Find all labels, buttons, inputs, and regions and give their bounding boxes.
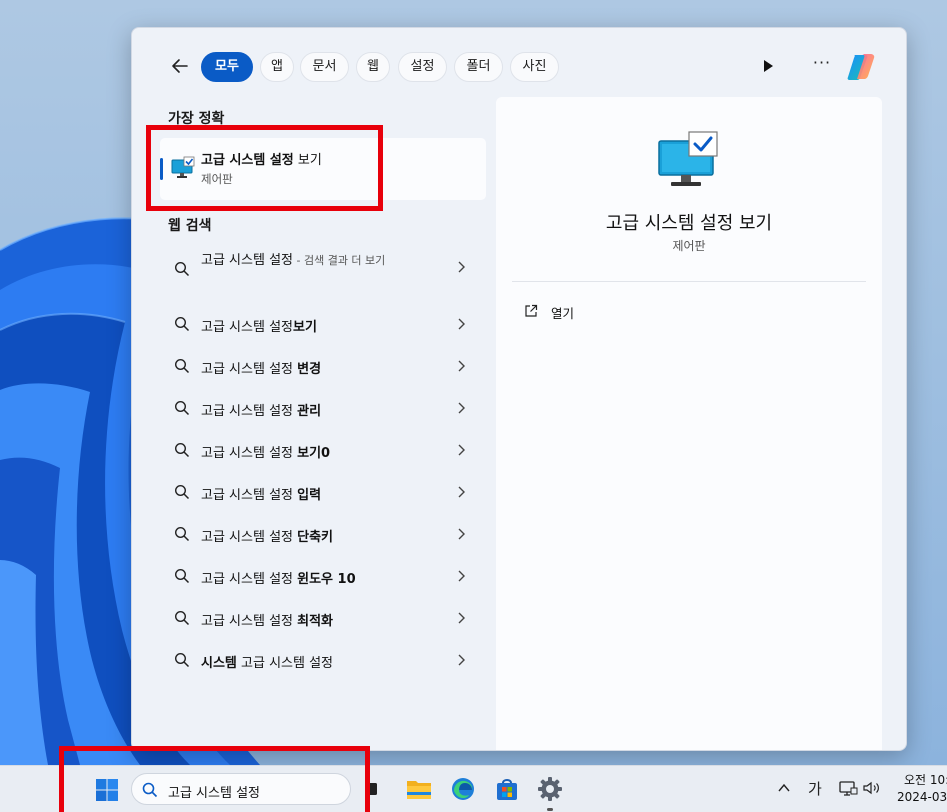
chevron-right-icon xyxy=(458,654,465,666)
search-icon xyxy=(174,484,190,500)
chevron-right-icon xyxy=(458,360,465,372)
back-button[interactable] xyxy=(168,54,192,78)
divider xyxy=(512,281,866,282)
web-result-label: 고급 시스템 설정 입력 xyxy=(201,488,322,503)
web-result-label: 고급 시스템 설정 관리 xyxy=(201,404,322,419)
web-result-label: 고급 시스템 설정 보기0 xyxy=(201,446,331,461)
chip-apps[interactable]: 앱 xyxy=(260,52,294,82)
web-result-item[interactable]: 고급 시스템 설정 단축키 xyxy=(160,514,486,554)
preview-title: 고급 시스템 설정 보기 xyxy=(605,213,773,234)
clock-time[interactable]: 오전 10:4 xyxy=(904,771,947,788)
more-options-button[interactable]: ··· xyxy=(812,55,832,73)
search-icon xyxy=(174,568,190,584)
network-icon[interactable] xyxy=(838,779,858,797)
volume-icon[interactable] xyxy=(862,779,882,797)
ime-indicator[interactable]: 가 xyxy=(808,778,822,799)
monitor-check-icon xyxy=(657,131,721,189)
chevron-right-icon xyxy=(458,486,465,498)
search-icon xyxy=(174,358,190,374)
arrow-left-icon xyxy=(172,59,188,73)
highlight-box-best-match xyxy=(146,125,383,211)
store-button[interactable] xyxy=(493,775,521,803)
chip-web[interactable]: 웹 xyxy=(356,52,390,82)
web-result-label: 고급 시스템 설정 - 검색 결과 더 보기 xyxy=(201,253,386,268)
web-search-heading: 웹 검색 xyxy=(168,218,212,234)
chevron-right-icon xyxy=(458,444,465,456)
preview-pane: 고급 시스템 설정 보기 제어판 열기 xyxy=(496,97,882,750)
web-result-item[interactable]: 고급 시스템 설정 관리 xyxy=(160,388,486,428)
open-action-label: 열기 xyxy=(551,306,575,321)
chip-photos[interactable]: 사진 xyxy=(510,52,559,82)
web-result-label: 고급 시스템 설정보기 xyxy=(201,320,317,335)
search-icon xyxy=(174,442,190,458)
settings-button[interactable] xyxy=(536,775,564,803)
web-result-item[interactable]: 고급 시스템 설정 윈도우 10 xyxy=(160,556,486,596)
web-result-label: 고급 시스템 설정 최적화 xyxy=(201,614,334,629)
open-external-icon xyxy=(525,304,538,317)
edge-button[interactable] xyxy=(449,775,477,803)
preview-subtitle: 제어판 xyxy=(672,239,706,253)
chevron-right-icon xyxy=(458,402,465,414)
play-button[interactable] xyxy=(760,58,776,74)
chevron-right-icon xyxy=(458,261,465,273)
web-result-item[interactable]: 고급 시스템 설정 입력 xyxy=(160,472,486,512)
file-explorer-icon xyxy=(407,781,431,799)
web-result-item[interactable]: 시스템 고급 시스템 설정 xyxy=(160,640,486,680)
web-result-label: 시스템 고급 시스템 설정 xyxy=(201,656,334,671)
play-icon xyxy=(764,60,773,72)
search-icon xyxy=(174,316,190,332)
web-result-label: 고급 시스템 설정 단축키 xyxy=(201,530,334,545)
chevron-right-icon xyxy=(458,318,465,330)
copilot-icon xyxy=(847,54,875,80)
chip-folders[interactable]: 폴더 xyxy=(454,52,503,82)
search-icon xyxy=(174,652,190,668)
web-result-item[interactable]: 고급 시스템 설정보기 xyxy=(160,304,486,344)
chip-documents[interactable]: 문서 xyxy=(300,52,349,82)
edge-icon xyxy=(452,778,474,800)
store-icon xyxy=(497,779,517,800)
highlight-box-taskbar-search xyxy=(59,746,370,812)
file-explorer-button[interactable] xyxy=(405,775,433,803)
settings-icon xyxy=(538,777,562,801)
filter-bar: 모두 앱 문서 웹 설정 폴더 사진 ··· xyxy=(132,28,906,96)
search-icon xyxy=(174,261,190,277)
chip-all[interactable]: 모두 xyxy=(201,52,253,82)
search-icon xyxy=(174,400,190,416)
chevron-up-icon[interactable] xyxy=(777,781,791,795)
chevron-right-icon xyxy=(458,612,465,624)
chip-settings[interactable]: 설정 xyxy=(398,52,447,82)
chevron-right-icon xyxy=(458,528,465,540)
copilot-button[interactable] xyxy=(845,52,877,82)
web-result-label: 고급 시스템 설정 변경 xyxy=(201,362,322,377)
web-result-item[interactable]: 고급 시스템 설정 변경 xyxy=(160,346,486,386)
search-icon xyxy=(174,610,190,626)
web-result-item[interactable]: 고급 시스템 설정 최적화 xyxy=(160,598,486,638)
running-app-indicator xyxy=(547,808,553,811)
web-result-item[interactable]: 고급 시스템 설정 보기0 xyxy=(160,430,486,470)
search-icon xyxy=(174,526,190,542)
web-result-label: 고급 시스템 설정 윈도우 10 xyxy=(201,572,356,587)
open-action-button[interactable]: 열기 xyxy=(520,297,640,327)
chevron-right-icon xyxy=(458,570,465,582)
web-result-item[interactable]: 고급 시스템 설정 - 검색 결과 더 보기 xyxy=(160,249,486,297)
clock-date[interactable]: 2024-03-0 xyxy=(897,790,947,804)
